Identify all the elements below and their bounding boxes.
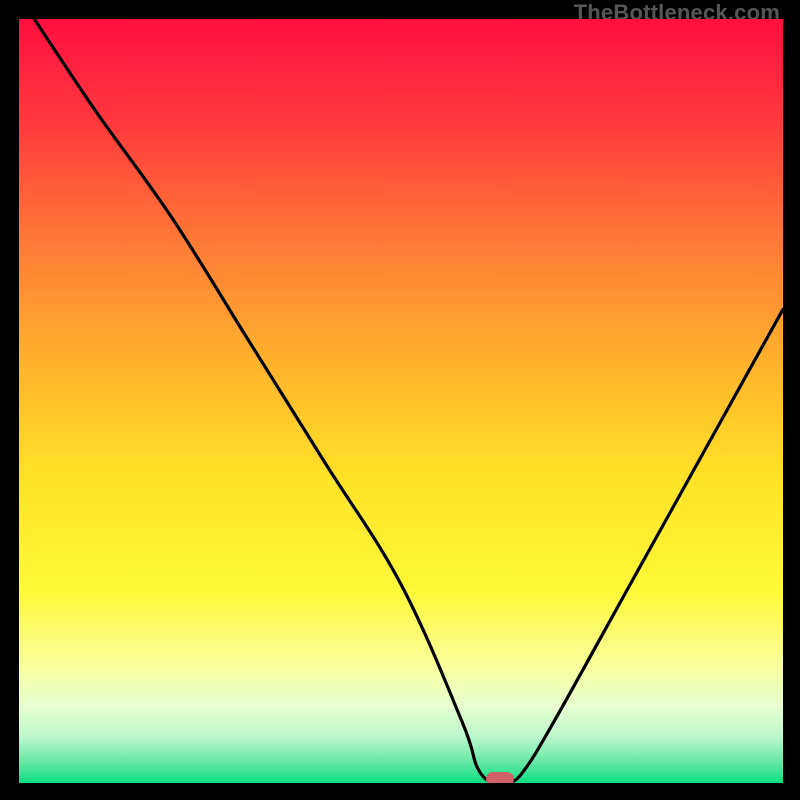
bottleneck-curve [19, 19, 783, 783]
optimal-marker [486, 772, 514, 783]
plot-area [19, 19, 783, 783]
chart-container: TheBottleneck.com [0, 0, 800, 800]
